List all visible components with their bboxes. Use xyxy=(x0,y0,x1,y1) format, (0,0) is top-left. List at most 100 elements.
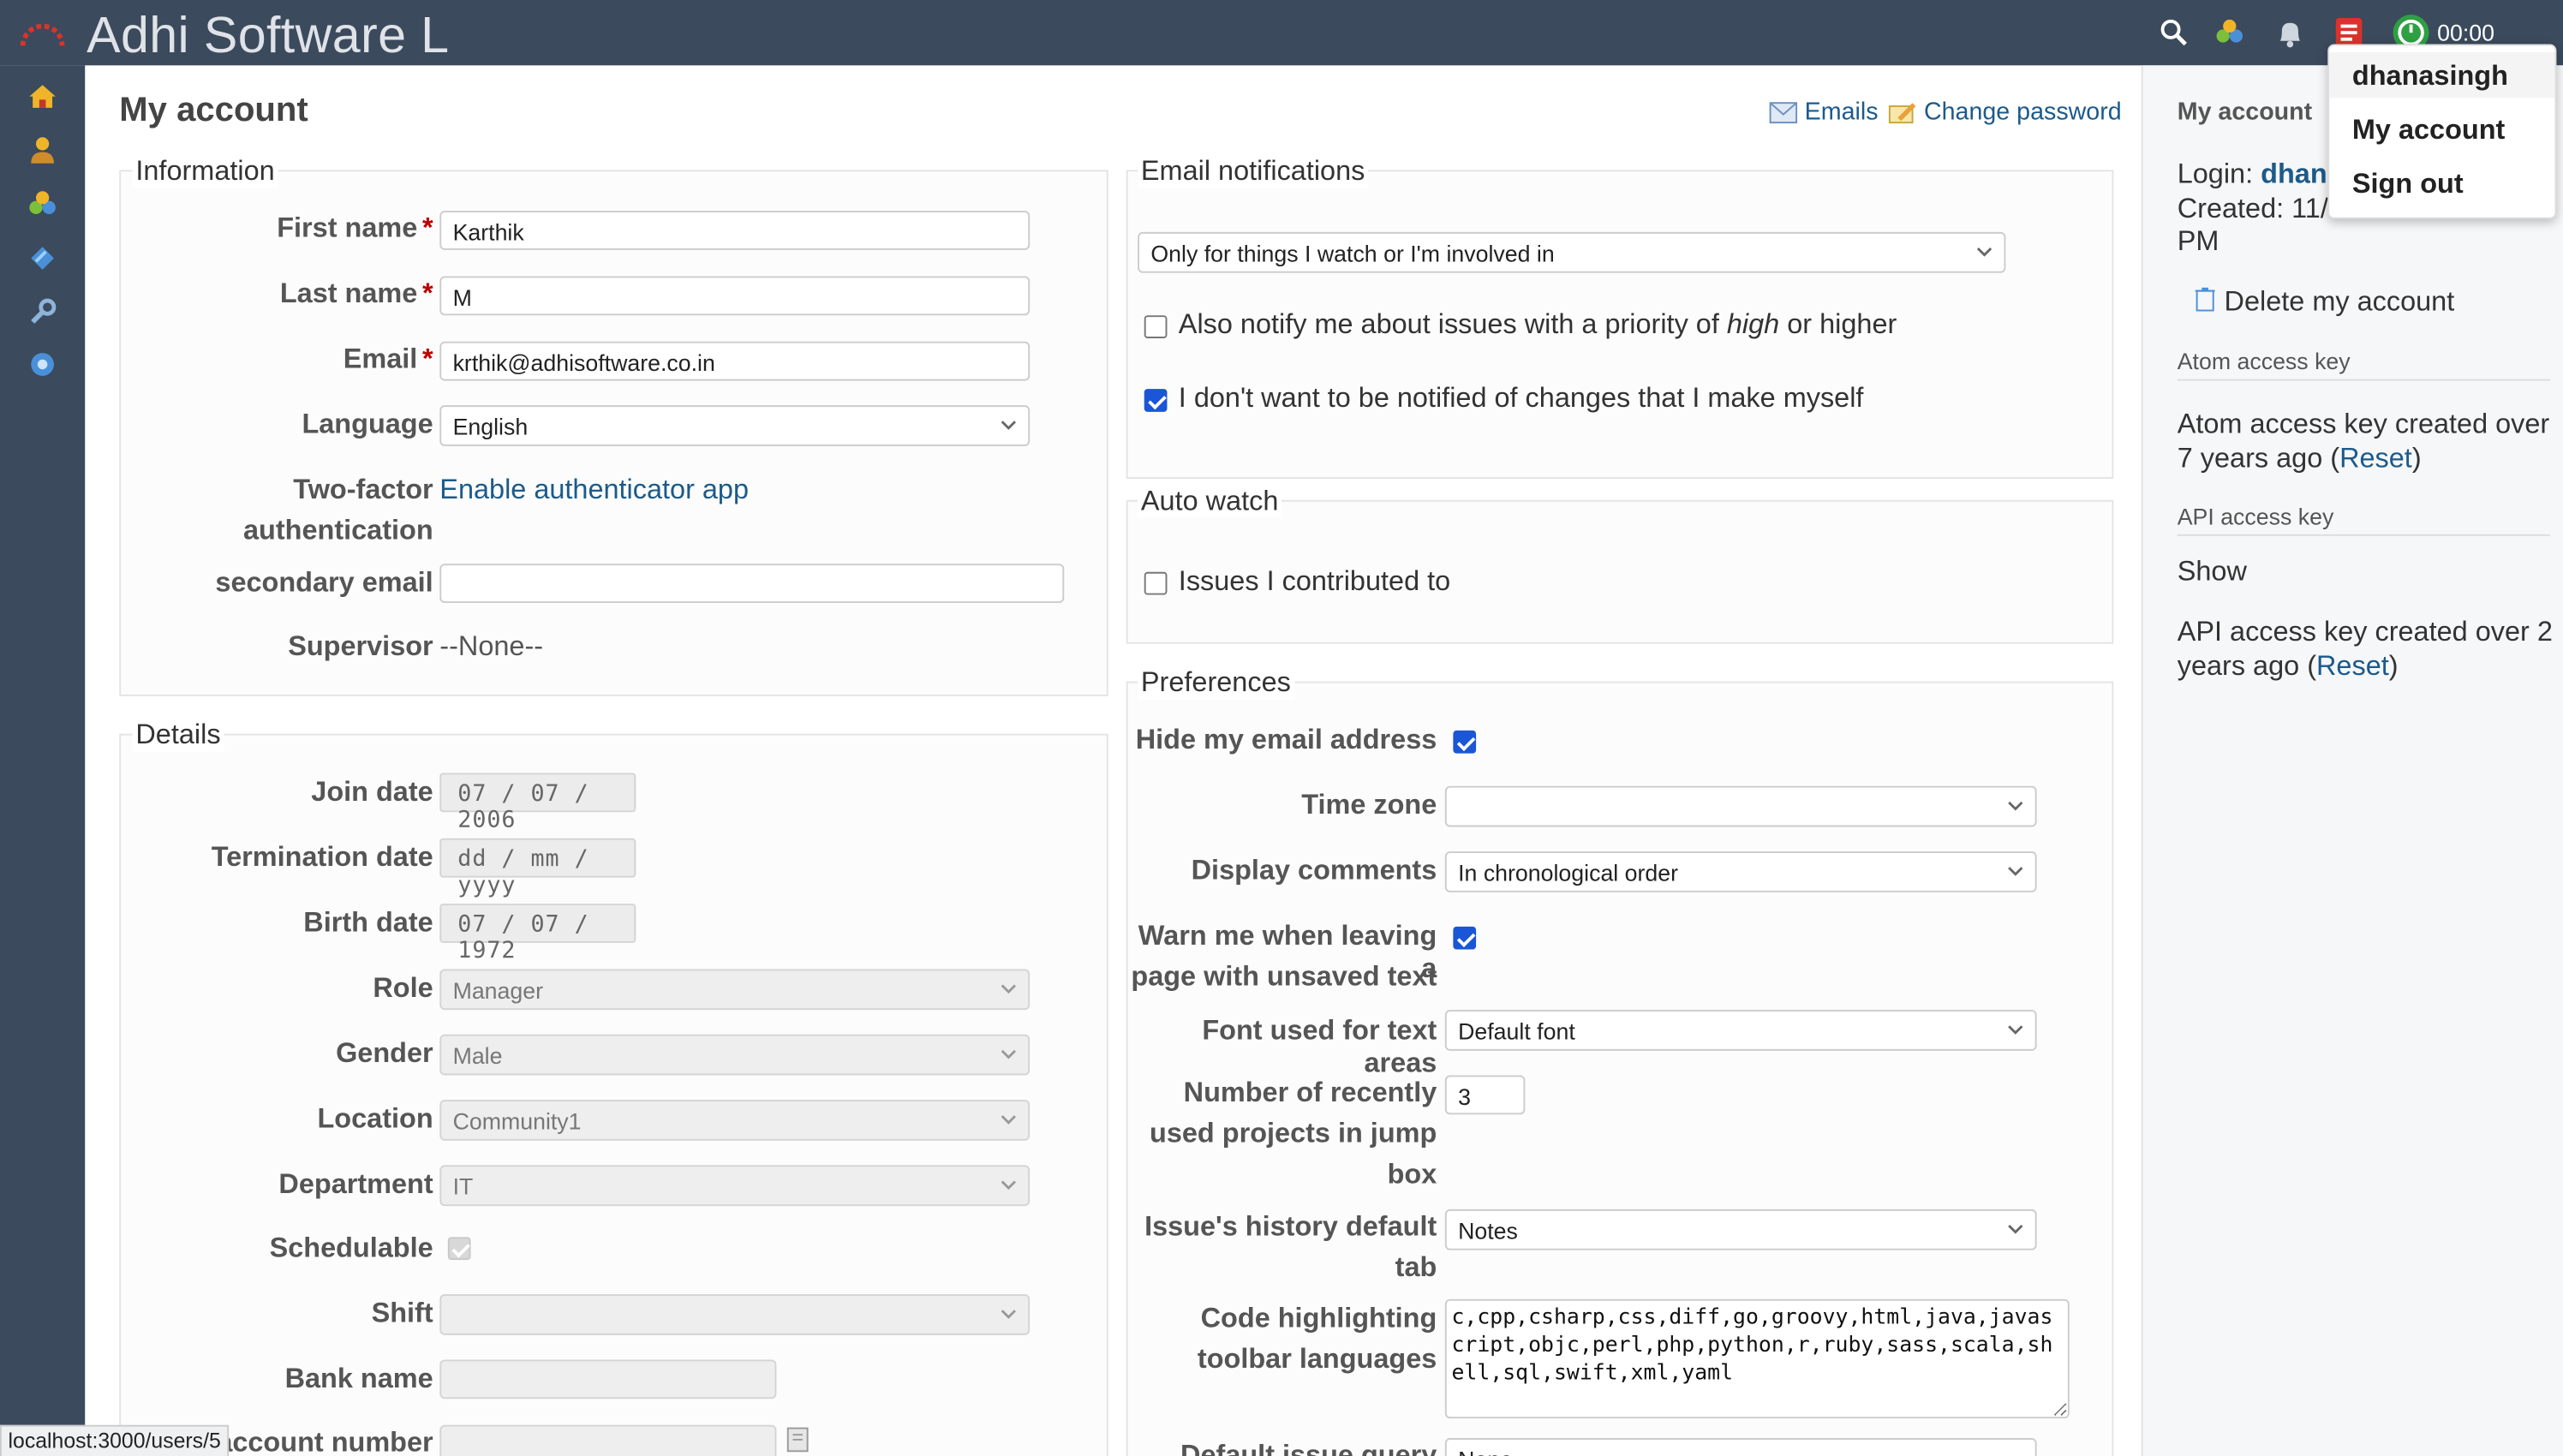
timer-text: 00:00 xyxy=(2437,19,2495,46)
required-mark: * xyxy=(422,343,433,374)
bank-name-label: Bank name xyxy=(284,1363,433,1394)
font-select[interactable]: Default font xyxy=(1444,1010,2037,1051)
user-icon[interactable] xyxy=(27,134,59,166)
pencil-icon xyxy=(1888,103,1916,124)
last-name-input[interactable]: M xyxy=(439,276,1031,316)
bell-icon[interactable] xyxy=(2273,16,2306,49)
supervisor-value: --None-- xyxy=(439,630,544,662)
email-input[interactable]: krthik@adhisoftware.co.in xyxy=(439,341,1031,381)
change-password-label: Change password xyxy=(1923,98,2122,126)
birth-date-label: Birth date xyxy=(303,906,433,939)
location-label: Location xyxy=(317,1102,433,1135)
termination-date-input[interactable]: dd / mm / yyyy xyxy=(439,838,636,898)
gender-label: Gender xyxy=(336,1037,433,1069)
api-reset-link[interactable]: Reset xyxy=(2316,650,2389,681)
api-key-show-link[interactable]: Show xyxy=(2178,554,2247,588)
auto-watch-legend: Auto watch xyxy=(1138,485,1282,518)
search-icon[interactable] xyxy=(2158,16,2190,49)
first-name-label: First name * xyxy=(277,212,433,244)
user-menu-username[interactable]: dhanasingh xyxy=(2352,61,2508,93)
chevron-down-icon xyxy=(1001,1310,1017,1319)
user-menu-dropdown: dhanasingh My account Sign out xyxy=(2327,44,2557,219)
shift-label: Shift xyxy=(371,1297,433,1329)
help-icon[interactable] xyxy=(27,348,59,380)
warn-leaving-checkbox[interactable] xyxy=(1453,926,1477,950)
email-notification-mode-select[interactable]: Only for things I watch or I'm involved … xyxy=(1138,231,2006,273)
required-mark: * xyxy=(422,277,433,309)
tag-icon[interactable] xyxy=(27,242,59,274)
shift-select xyxy=(439,1294,1031,1335)
atom-key-text-line1: Atom access key created over xyxy=(2177,409,2550,440)
gender-select: Male xyxy=(439,1034,1031,1076)
hide-email-checkbox[interactable] xyxy=(1453,730,1477,754)
high-priority-checkbox[interactable] xyxy=(1144,315,1168,338)
recent-projects-input[interactable]: 3 xyxy=(1444,1075,1526,1115)
page-title: My account xyxy=(119,91,308,129)
high-priority-label: Also notify me about issues with a prior… xyxy=(1178,308,1897,340)
projects-icon[interactable] xyxy=(2214,16,2246,49)
atom-reset-link[interactable]: Reset xyxy=(2339,443,2412,474)
api-key-text-line1: API access key created over 2 xyxy=(2177,616,2553,647)
chevron-down-icon xyxy=(1001,1115,1017,1125)
code-highlighting-label-line2: toolbar languages xyxy=(1197,1343,1437,1375)
wrench-icon[interactable] xyxy=(27,295,59,328)
recent-projects-label-line3: box xyxy=(1387,1158,1437,1190)
enable-authenticator-link[interactable]: Enable authenticator app xyxy=(439,474,749,506)
code-highlighting-textarea[interactable]: c,cpp,csharp,css,diff,go,groovy,html,jav… xyxy=(1444,1298,2070,1419)
api-key-text-line2: years ago (Reset) xyxy=(2177,650,2399,682)
atom-key-text-line2: 7 years ago (Reset) xyxy=(2177,443,2422,474)
termination-date-label: Termination date xyxy=(211,841,433,873)
divider xyxy=(2177,534,2550,536)
emails-link[interactable]: Emails xyxy=(1769,98,1879,126)
department-select: IT xyxy=(439,1165,1031,1207)
no-self-notified-checkbox[interactable] xyxy=(1144,389,1168,412)
user-menu-sign-out[interactable]: Sign out xyxy=(2352,169,2464,201)
code-highlighting-label-line1: Code highlighting xyxy=(1200,1302,1437,1334)
schedulable-checkbox xyxy=(447,1237,471,1261)
join-date-input[interactable]: 07 / 07 / 2006 xyxy=(439,773,636,833)
bank-name-input xyxy=(439,1359,777,1399)
chevron-down-icon xyxy=(2008,867,2023,876)
history-tab-select[interactable]: Notes xyxy=(1444,1208,2037,1250)
issues-contributed-label: Issues I contributed to xyxy=(1178,565,1451,597)
change-password-link[interactable]: Change password xyxy=(1888,98,2122,126)
information-legend: Information xyxy=(132,155,278,188)
hide-email-label: Hide my email address xyxy=(1135,724,1437,755)
secondary-email-label: secondary email xyxy=(215,567,433,599)
email-label: Email * xyxy=(343,343,433,374)
required-mark: * xyxy=(422,212,433,244)
user-menu-my-account[interactable]: My account xyxy=(2352,115,2505,147)
trash-icon xyxy=(2195,287,2215,312)
language-select[interactable]: English xyxy=(439,405,1031,446)
font-label: Font used for text areas xyxy=(1202,1014,1437,1079)
app-title[interactable]: Adhi Software L xyxy=(87,7,449,66)
default-query-label: Default issue query xyxy=(1180,1439,1437,1456)
status-bar-url: localhost:3000/users/5 xyxy=(0,1424,230,1456)
home-icon[interactable] xyxy=(27,80,59,112)
emails-link-label: Emails xyxy=(1804,98,1879,126)
role-label: Role xyxy=(373,972,433,1004)
bank-account-input xyxy=(439,1424,777,1456)
chevron-down-icon xyxy=(1976,248,1992,257)
display-comments-select[interactable]: In chronological order xyxy=(1444,851,2037,892)
time-zone-select[interactable] xyxy=(1444,785,2037,827)
projects-nav-icon[interactable] xyxy=(27,188,59,220)
issues-contributed-checkbox[interactable] xyxy=(1144,571,1168,595)
join-date-label: Join date xyxy=(311,776,433,808)
first-name-input[interactable]: Karthik xyxy=(439,211,1031,250)
delete-account-link[interactable]: Delete my account xyxy=(2194,284,2454,319)
history-tab-label-line1: Issue's history default xyxy=(1144,1210,1437,1243)
chevron-down-icon xyxy=(1001,1049,1017,1059)
default-query-select[interactable]: None xyxy=(1444,1438,2037,1456)
sidebar-title: My account xyxy=(2177,98,2313,126)
email-icon xyxy=(1769,102,1798,124)
left-sidebar xyxy=(0,65,86,1456)
warn-leaving-label-line2: page with unsaved text xyxy=(1131,960,1437,993)
birth-date-input[interactable]: 07 / 07 / 1972 xyxy=(439,904,636,964)
logo-icon xyxy=(20,23,65,46)
document-icon[interactable] xyxy=(786,1427,810,1453)
right-sidebar: My account Login: dhana Created: 11/ PM … xyxy=(2141,65,2563,1456)
secondary-email-input[interactable] xyxy=(439,564,1065,604)
display-comments-label: Display comments xyxy=(1191,854,1437,886)
chevron-down-icon xyxy=(2008,1025,2023,1035)
